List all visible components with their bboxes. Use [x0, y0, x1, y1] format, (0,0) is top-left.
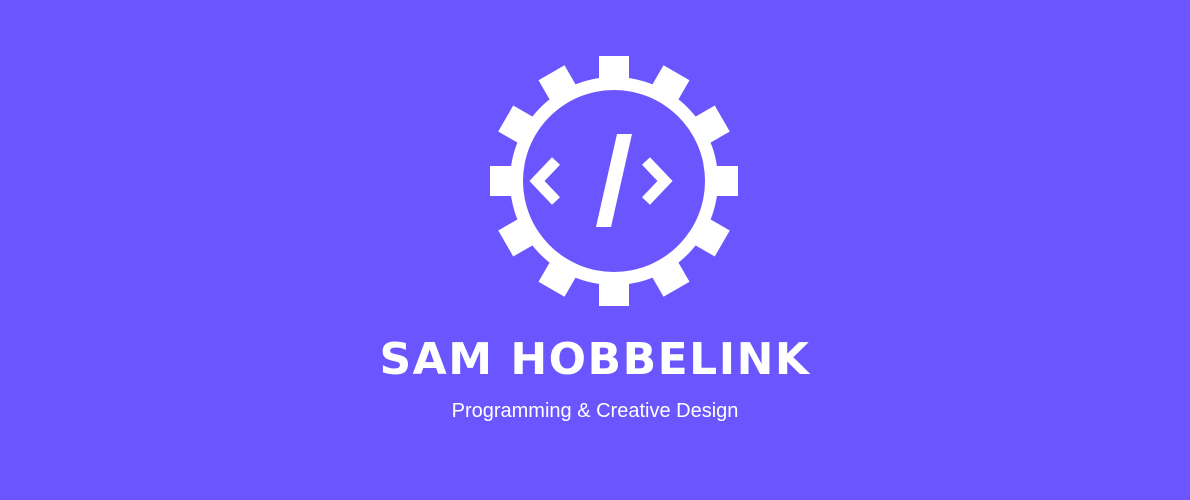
brand-tagline: Programming & Creative Design	[451, 400, 739, 422]
brand-banner: SAM HOBBELINK Programming & Creative Des…	[0, 0, 1190, 500]
gear-code-icon	[490, 55, 738, 307]
brand-name: SAM HOBBELINK	[379, 334, 811, 385]
gear-code-icon-graphic	[490, 56, 738, 306]
